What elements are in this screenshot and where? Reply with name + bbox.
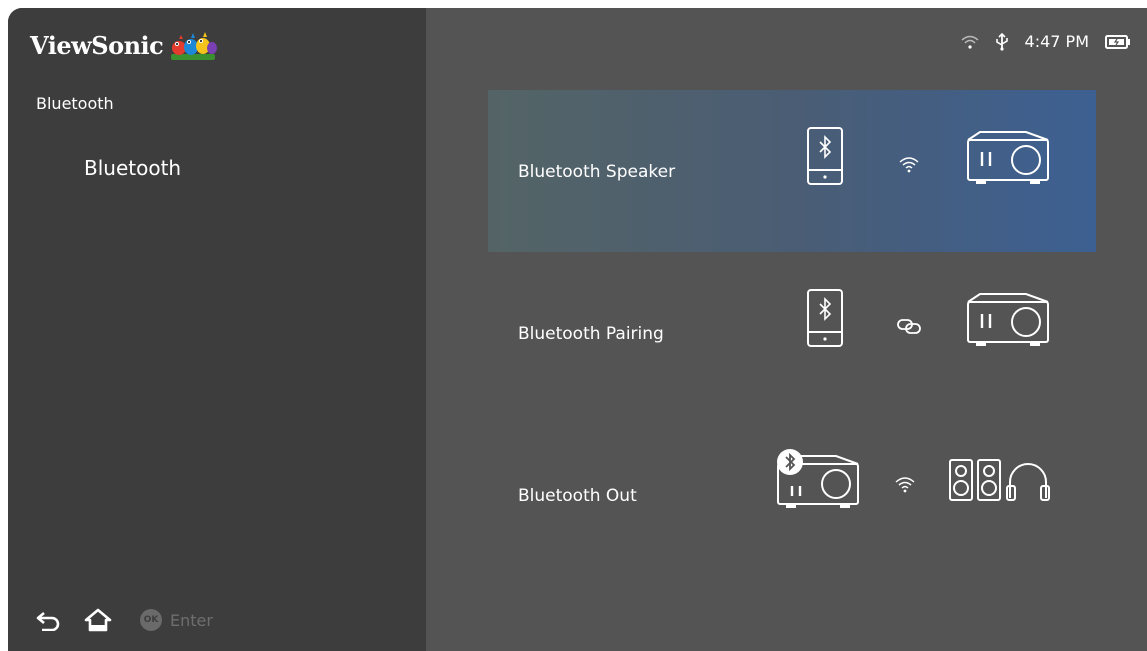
phone-bluetooth-icon (807, 289, 843, 347)
wireless-icon (895, 477, 915, 493)
app-frame: ViewSonic Bluetooth Bluetooth OK Enter 4… (8, 8, 1147, 651)
option-label: Bluetooth Speaker (518, 162, 676, 182)
wifi-icon (961, 35, 978, 49)
option-bluetooth-speaker[interactable]: Bluetooth Speaker (488, 90, 1096, 252)
brand-name: ViewSonic (30, 30, 164, 60)
projector-bluetooth-icon (777, 449, 859, 508)
pairing-illustration (807, 289, 1049, 347)
birds-logo-icon (171, 32, 218, 60)
main-panel: 4:47 PM Bluetooth Speaker Bluetooth Pair… (426, 8, 1147, 651)
battery-icon (1105, 34, 1130, 49)
usb-icon (995, 32, 1008, 51)
home-icon[interactable] (84, 608, 112, 632)
back-icon[interactable] (36, 609, 62, 631)
sidebar-item-bluetooth[interactable]: Bluetooth (84, 156, 181, 180)
out-illustration (777, 449, 1050, 508)
projector-icon (967, 131, 1049, 184)
option-bluetooth-pairing[interactable]: Bluetooth Pairing (488, 252, 1096, 414)
link-icon (897, 319, 921, 334)
phone-bluetooth-icon (807, 127, 843, 185)
brand-logo: ViewSonic (30, 28, 218, 62)
enter-label: Enter (170, 610, 213, 630)
speakers-icon (949, 459, 1001, 501)
projector-icon (967, 293, 1049, 346)
headphones-icon (1006, 463, 1050, 501)
status-bar: 4:47 PM (945, 32, 1131, 51)
option-label: Bluetooth Pairing (518, 324, 664, 344)
status-time: 4:47 PM (1024, 32, 1089, 51)
sidebar: ViewSonic Bluetooth Bluetooth OK Enter (8, 8, 426, 651)
speaker-illustration (807, 127, 1049, 185)
option-bluetooth-out[interactable]: Bluetooth Out (488, 414, 1096, 576)
footer-hints: OK Enter (36, 608, 213, 632)
breadcrumb: Bluetooth (36, 94, 114, 113)
ok-badge: OK (140, 609, 162, 631)
wireless-icon (899, 157, 919, 173)
option-label: Bluetooth Out (518, 486, 637, 506)
